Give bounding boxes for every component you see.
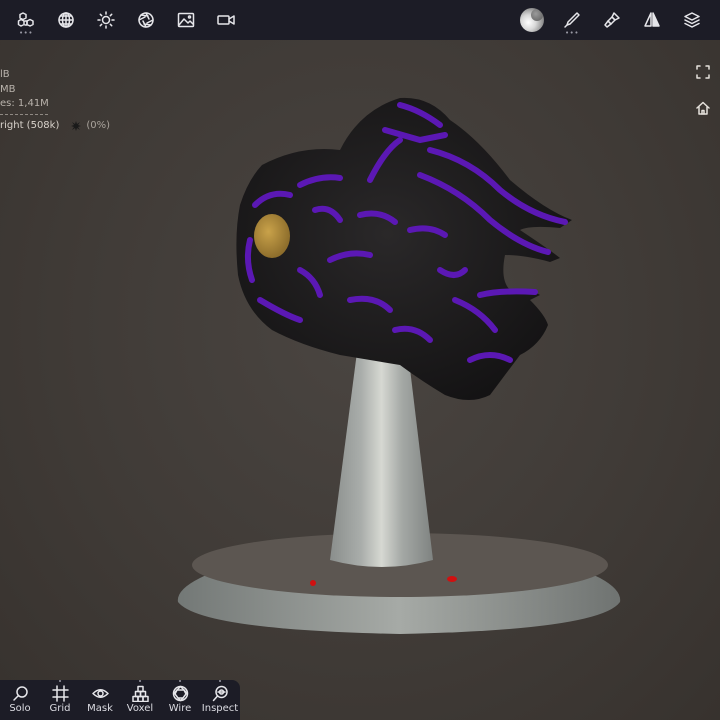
fullscreen-icon xyxy=(696,65,710,79)
sun-icon xyxy=(97,11,115,29)
indicator-dot xyxy=(219,680,221,682)
home-icon xyxy=(696,101,710,115)
solo-button[interactable]: Solo xyxy=(0,680,40,720)
paint-button[interactable] xyxy=(592,0,632,40)
wireframe-icon xyxy=(172,685,188,702)
scene-stats: lB MB es: 1,41M right (508k) (0%) xyxy=(0,68,110,133)
model-eye xyxy=(254,214,290,258)
video-button[interactable] xyxy=(206,0,246,40)
more-dots: ••• xyxy=(565,29,579,37)
sculpt-model[interactable] xyxy=(236,97,572,400)
stats-line: MB xyxy=(0,83,16,95)
paint-brush-icon xyxy=(604,12,620,28)
inspect-label: Inspect xyxy=(201,703,239,714)
indicator-dot xyxy=(179,680,181,682)
symmetry-button[interactable] xyxy=(632,0,672,40)
video-camera-icon xyxy=(217,15,235,25)
home-view-button[interactable] xyxy=(692,97,714,119)
object-percent: (0%) xyxy=(86,119,111,131)
wire-label: Wire xyxy=(168,703,192,714)
indicator-dot xyxy=(59,680,61,682)
scene-objects-button[interactable]: ••• xyxy=(6,0,46,40)
splat-icon xyxy=(71,120,82,131)
stats-line: lB xyxy=(0,69,10,80)
background-button[interactable] xyxy=(166,0,206,40)
grid-frame-icon xyxy=(51,685,69,702)
stats-vertex-count: es: 1,41M xyxy=(0,98,49,109)
layers-button[interactable] xyxy=(672,0,712,40)
pillar xyxy=(330,352,433,567)
bottom-toolbar: Solo Grid Mask Voxel Wire Inspect xyxy=(0,680,240,720)
sphere-grid-icon xyxy=(58,12,74,28)
mask-label: Mask xyxy=(87,703,113,714)
lighting-button[interactable] xyxy=(86,0,126,40)
camera-button[interactable] xyxy=(126,0,166,40)
inspect-icon xyxy=(212,685,228,702)
indicator-dot xyxy=(139,680,141,682)
voxel-cubes-icon xyxy=(131,685,149,702)
grid-label: Grid xyxy=(49,703,71,714)
wire-button[interactable]: Wire xyxy=(160,680,200,720)
voxel-button[interactable]: Voxel xyxy=(120,680,160,720)
magnifier-icon xyxy=(12,686,28,701)
inspect-button[interactable]: Inspect xyxy=(200,680,240,720)
fullscreen-button[interactable] xyxy=(692,61,714,83)
selected-object-info[interactable]: right (508k) (0%) xyxy=(0,119,110,134)
eye-icon xyxy=(91,689,109,698)
matcap-sphere-icon xyxy=(520,8,544,32)
voxel-label: Voxel xyxy=(126,703,154,714)
topology-button[interactable] xyxy=(46,0,86,40)
symmetry-icon xyxy=(644,12,660,27)
layers-icon xyxy=(684,12,700,28)
selected-object-name: right (508k) xyxy=(0,119,60,131)
cubes-icon xyxy=(17,12,34,27)
red-marker xyxy=(310,580,316,586)
grid-button[interactable]: Grid xyxy=(40,680,80,720)
mask-button[interactable]: Mask xyxy=(80,680,120,720)
image-icon xyxy=(177,12,195,28)
more-dots: ••• xyxy=(19,29,33,37)
red-marker xyxy=(447,576,457,582)
stats-divider xyxy=(0,113,48,115)
solo-label: Solo xyxy=(9,703,31,714)
material-button[interactable] xyxy=(512,0,552,40)
aperture-icon xyxy=(138,12,154,28)
brush-icon xyxy=(564,12,580,28)
brush-button[interactable]: ••• xyxy=(552,0,592,40)
top-toolbar: ••• ••• xyxy=(0,0,720,40)
